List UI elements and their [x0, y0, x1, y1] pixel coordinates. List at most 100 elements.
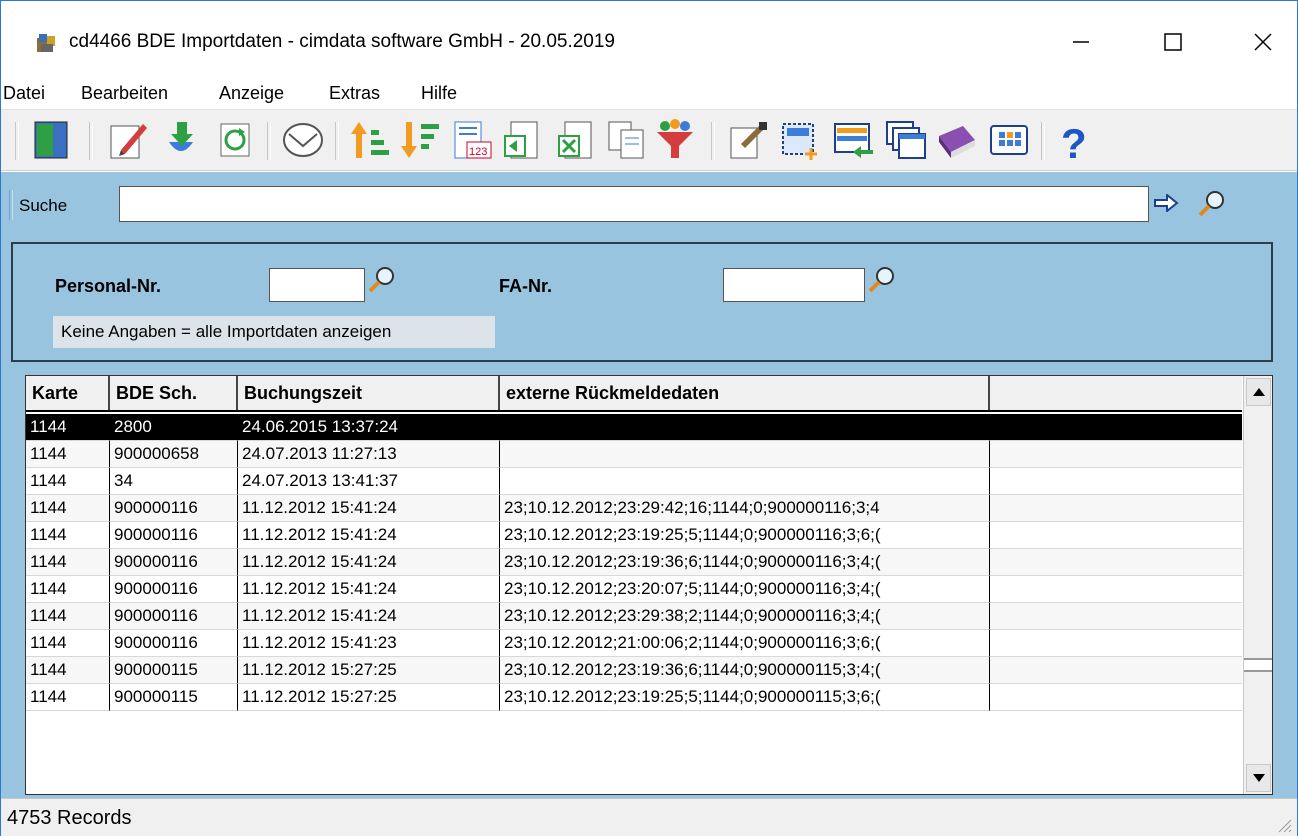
fa-nr-label: FA-Nr. [499, 276, 553, 296]
maximize-button[interactable] [1143, 19, 1203, 65]
table-row[interactable]: 1144 900000115 11.12.2012 15:27:25 23;10.12… [26, 657, 1242, 684]
cell-buchungszeit: 11.12.2012 15:41:24 [238, 603, 500, 630]
scroll-up-button[interactable] [1246, 378, 1271, 406]
table-row[interactable]: 1144 900000116 11.12.2012 15:41:24 23;10.12… [26, 522, 1242, 549]
column-header-bde-sch[interactable]: BDE Sch. [110, 376, 238, 410]
cell-externe-rueckmeldedaten [500, 414, 990, 441]
filter-panel: Personal-Nr. FA-Nr. Keine Angaben = alle… [11, 242, 1273, 362]
cell-karte: 1144 [26, 576, 110, 603]
toolbar-separator [1041, 122, 1045, 160]
cell-extra [990, 657, 1242, 684]
windows-cascade-icon [886, 121, 926, 159]
column-header-extra[interactable] [990, 376, 1242, 410]
sort-ascending-button[interactable] [349, 118, 393, 162]
copy-pages-button[interactable] [605, 118, 649, 162]
column-header-karte[interactable]: Karte [26, 376, 110, 410]
manual-button[interactable] [935, 118, 979, 162]
cell-karte: 1144 [26, 468, 110, 495]
help-button[interactable]: ? [1053, 118, 1097, 167]
import-button[interactable] [159, 118, 203, 162]
edit-button[interactable] [107, 118, 151, 162]
help-question-icon: ? [1061, 120, 1087, 167]
cell-bde-sch: 900000116 [110, 630, 238, 657]
column-header-externe-rueckmeldedaten[interactable]: externe Rückmeldedaten [500, 376, 990, 410]
windows-cascade-button[interactable] [883, 118, 927, 162]
menu-datei[interactable]: Datei [3, 83, 45, 104]
data-grid[interactable]: Karte BDE Sch. Buchungszeit externe Rück… [25, 375, 1273, 795]
cell-buchungszeit: 11.12.2012 15:41:24 [238, 576, 500, 603]
search-bar-grip [9, 190, 13, 220]
number-format-button[interactable]: 123 [449, 118, 493, 162]
resize-grip-icon[interactable] [1275, 816, 1293, 834]
scroll-thumb[interactable] [1244, 658, 1272, 672]
toolbar: 123 ? [1, 109, 1297, 171]
cell-extra [990, 603, 1242, 630]
filter-button[interactable] [653, 118, 697, 162]
personal-nr-input[interactable] [269, 268, 365, 302]
export-excel-button[interactable] [555, 118, 599, 162]
search-input[interactable] [119, 186, 1149, 222]
cell-externe-rueckmeldedaten: 23;10.12.2012;23:19:36;6;1144;0;90000011… [500, 657, 990, 684]
table-row[interactable]: 1144 34 24.07.2013 13:41:37 [26, 468, 1242, 495]
cell-extra [990, 549, 1242, 576]
refresh-button[interactable] [213, 118, 257, 162]
table-row[interactable]: 1144 900000115 11.12.2012 15:27:25 23;10.12… [26, 684, 1242, 711]
cell-bde-sch: 2800 [110, 414, 238, 441]
table-row[interactable]: 1144 900000116 11.12.2012 15:41:23 23;10.12… [26, 630, 1242, 657]
transfer-button[interactable] [831, 118, 875, 162]
cell-karte: 1144 [26, 657, 110, 684]
menu-extras[interactable]: Extras [329, 83, 380, 104]
new-selection-button[interactable] [777, 118, 821, 162]
cell-buchungszeit: 11.12.2012 15:41:24 [238, 549, 500, 576]
table-row[interactable]: 1144 900000116 11.12.2012 15:41:24 23;10.12… [26, 603, 1242, 630]
edit-record-button[interactable] [725, 118, 769, 162]
email-button[interactable] [281, 118, 325, 162]
magnifier-icon[interactable] [1197, 188, 1227, 218]
cell-karte: 1144 [26, 684, 110, 711]
cell-extra [990, 576, 1242, 603]
personal-nr-search-icon[interactable] [367, 264, 397, 294]
cell-externe-rueckmeldedaten: 23;10.12.2012;23:19:25;5;1144;0;90000011… [500, 684, 990, 711]
toolbar-separator [89, 122, 93, 160]
cell-externe-rueckmeldedaten: 23;10.12.2012;23:19:36;6;1144;0;90000011… [500, 549, 990, 576]
arrow-down-icon [1252, 774, 1265, 782]
cell-extra [990, 630, 1242, 657]
arrow-right-icon[interactable] [1153, 194, 1179, 212]
calendar-grid-icon [990, 125, 1028, 155]
export-print-button[interactable] [501, 118, 545, 162]
sort-descending-button[interactable] [399, 118, 443, 162]
calendar-grid-button[interactable] [987, 118, 1031, 162]
app-icon [37, 34, 55, 52]
exit-door-icon [34, 121, 68, 159]
search-label: Suche [19, 196, 68, 215]
import-download-icon [169, 122, 193, 151]
cell-buchungszeit: 11.12.2012 15:41:23 [238, 630, 500, 657]
table-row[interactable]: 1144 900000116 11.12.2012 15:41:24 23;10.12… [26, 576, 1242, 603]
cell-karte: 1144 [26, 603, 110, 630]
cell-externe-rueckmeldedaten: 23;10.12.2012;23:29:38;2;1144;0;90000011… [500, 603, 990, 630]
cell-externe-rueckmeldedaten: 23;10.12.2012;21:00:06;2;1144;0;90000011… [500, 630, 990, 657]
column-header-buchungszeit[interactable]: Buchungszeit [238, 376, 500, 410]
table-row[interactable]: 1144 2800 24.06.2015 13:37:24 [26, 414, 1242, 441]
table-row[interactable]: 1144 900000116 11.12.2012 15:41:24 23;10.12… [26, 549, 1242, 576]
close-button[interactable] [1233, 19, 1293, 65]
menu-hilfe[interactable]: Hilfe [421, 83, 457, 104]
vertical-scrollbar[interactable] [1243, 376, 1272, 794]
cell-extra [990, 441, 1242, 468]
cell-bde-sch: 900000115 [110, 684, 238, 711]
cell-bde-sch: 900000658 [110, 441, 238, 468]
export-excel-icon [558, 121, 592, 159]
exit-button[interactable] [29, 118, 73, 162]
svg-text:123: 123 [469, 146, 487, 158]
table-row[interactable]: 1144 900000116 11.12.2012 15:41:24 23;10.12… [26, 495, 1242, 522]
fa-nr-search-icon[interactable] [867, 264, 897, 294]
fa-nr-input[interactable] [723, 268, 865, 302]
menu-anzeige[interactable]: Anzeige [219, 83, 284, 104]
title-bar[interactable]: cd4466 BDE Importdaten - cimdata softwar… [1, 1, 1297, 75]
cell-bde-sch: 900000116 [110, 603, 238, 630]
minimize-button[interactable] [1051, 19, 1111, 65]
cell-bde-sch: 900000116 [110, 576, 238, 603]
menu-bearbeiten[interactable]: Bearbeiten [81, 83, 168, 104]
scroll-down-button[interactable] [1246, 764, 1271, 792]
table-row[interactable]: 1144 900000658 24.07.2013 11:27:13 [26, 441, 1242, 468]
